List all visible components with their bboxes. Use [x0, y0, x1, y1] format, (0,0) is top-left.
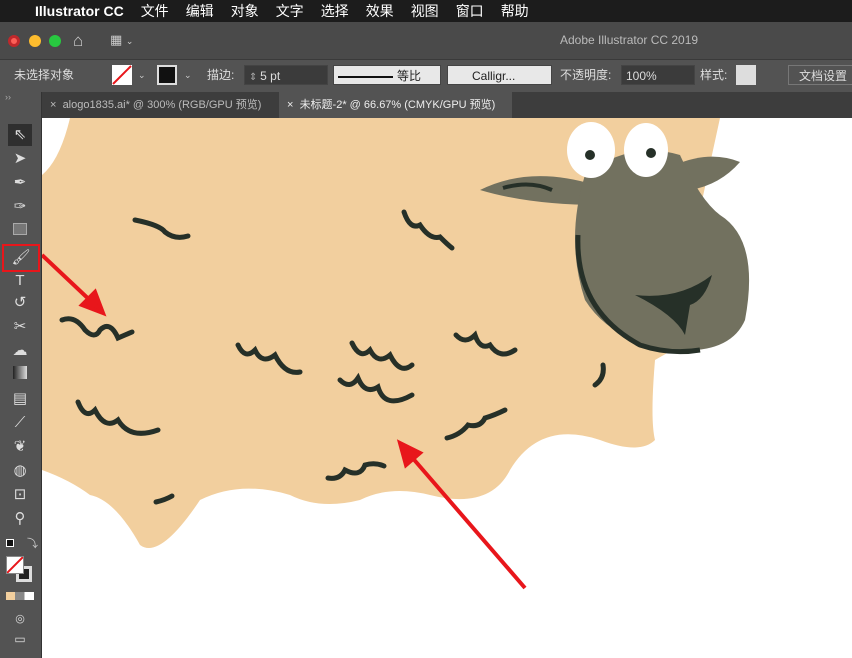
- window-title: Adobe Illustrator CC 2019: [560, 33, 699, 47]
- shape-builder-tool[interactable]: ◍: [8, 460, 32, 482]
- fill-dropdown-icon[interactable]: ⌄: [138, 65, 146, 85]
- document-tabs: × alogo1835.ai* @ 300% (RGB/GPU 预览) × 未标…: [42, 92, 852, 118]
- stroke-label: 描边:: [207, 68, 235, 82]
- rectangle-tool[interactable]: [8, 220, 32, 242]
- default-colors-icon[interactable]: [6, 539, 14, 547]
- style-label: 样式:: [700, 68, 728, 82]
- minimize-window-button[interactable]: [29, 35, 41, 47]
- menu-object[interactable]: 对象: [231, 1, 259, 21]
- rotate-tool[interactable]: ↺: [8, 292, 32, 314]
- menu-help[interactable]: 帮助: [501, 1, 529, 21]
- menu-view[interactable]: 视图: [411, 1, 439, 21]
- zoom-tool[interactable]: ⚲: [8, 508, 32, 530]
- drawing-mode-icon[interactable]: ◎: [8, 608, 32, 630]
- swap-colors-icon[interactable]: ⤵: [27, 535, 38, 551]
- menu-select[interactable]: 选择: [321, 1, 349, 21]
- close-window-button[interactable]: [8, 35, 20, 47]
- opacity-label: 不透明度:: [560, 68, 612, 82]
- brush-label: Calligr...: [472, 69, 516, 83]
- mesh-chart-tool[interactable]: ▤: [8, 388, 32, 410]
- document-setup-button[interactable]: 文档设置: [788, 65, 852, 85]
- stroke-dropdown-icon[interactable]: ⌄: [184, 65, 192, 85]
- variable-width-profile[interactable]: 等比: [333, 65, 441, 85]
- brush-definition-dropdown[interactable]: Calligr...: [447, 65, 552, 85]
- close-tab-icon[interactable]: ×: [50, 99, 56, 111]
- tab-alogo[interactable]: × alogo1835.ai* @ 300% (RGB/GPU 预览): [42, 92, 277, 118]
- menu-app[interactable]: Illustrator CC: [35, 3, 124, 19]
- screen-mode-icon[interactable]: ▭: [8, 628, 32, 650]
- tab-untitled-2[interactable]: × 未标题-2* @ 66.67% (CMYK/GPU 预览): [279, 92, 512, 118]
- close-tab-icon[interactable]: ×: [287, 99, 293, 111]
- selection-status: 未选择对象: [14, 68, 75, 82]
- tab-label: alogo1835.ai* @ 300% (RGB/GPU 预览): [62, 99, 262, 111]
- sheep-artwork: [42, 118, 750, 590]
- menu-edit[interactable]: 编辑: [186, 1, 214, 21]
- menu-effect[interactable]: 效果: [366, 1, 394, 21]
- tab-label: 未标题-2* @ 66.67% (CMYK/GPU 预览): [299, 99, 496, 111]
- type-tool[interactable]: T: [8, 270, 32, 292]
- profile-label: 等比: [397, 69, 422, 83]
- paintbrush-tool[interactable]: 🖌: [2, 244, 40, 272]
- workspace-switcher-icon[interactable]: ▦ ⌄: [110, 32, 133, 48]
- selection-tool[interactable]: ⇖: [8, 124, 32, 146]
- curvature-tool[interactable]: ✑: [8, 196, 32, 218]
- style-swatch[interactable]: [736, 65, 756, 85]
- eyedropper-tool[interactable]: ⟋: [8, 412, 32, 434]
- stroke-swatch[interactable]: [157, 65, 177, 85]
- fill-swatch[interactable]: [112, 65, 132, 85]
- panel-collapse-icon[interactable]: ››: [5, 92, 11, 102]
- opacity-value: 100%: [626, 69, 657, 83]
- home-icon[interactable]: ⌂: [73, 31, 83, 51]
- symbol-sprayer-tool[interactable]: ❦: [8, 436, 32, 458]
- pen-tool[interactable]: ✒: [8, 172, 32, 194]
- menu-window[interactable]: 窗口: [456, 1, 484, 21]
- zoom-window-button[interactable]: [49, 35, 61, 47]
- artboard-tool[interactable]: ⊡: [8, 484, 32, 506]
- menu-bar: Illustrator CC 文件 编辑 对象 文字 选择 效果 视图 窗口 帮…: [0, 0, 852, 22]
- gradient-tool[interactable]: [8, 364, 32, 386]
- control-bar: 未选择对象 ⌄ ⌄ 描边: ⇕ 5 pt 等比 Calligr... 不透明度:…: [0, 60, 852, 90]
- warp-tool[interactable]: ☁: [8, 340, 32, 362]
- stroke-weight-field[interactable]: ⇕ 5 pt: [244, 65, 328, 85]
- scissors-tool[interactable]: ✂: [8, 316, 32, 338]
- artboard-canvas[interactable]: [42, 118, 852, 658]
- document-setup-label: 文档设置: [799, 69, 848, 83]
- sheep-right-eye: [624, 123, 668, 177]
- opacity-field[interactable]: 100%: [621, 65, 695, 85]
- title-bar: ⌂ ▦ ⌄ Adobe Illustrator CC 2019: [0, 22, 852, 60]
- stroke-weight-value: 5 pt: [260, 69, 281, 83]
- menu-file[interactable]: 文件: [141, 1, 169, 21]
- fill-color-box[interactable]: [6, 556, 24, 574]
- direct-selection-tool[interactable]: ➤: [8, 148, 32, 170]
- tools-panel: ›› ⇖ ➤ ✒ ✑ 🖌 T ↺ ✂ ☁ ▤ ⟋ ❦ ◍ ⊡ ⚲ ⤵ ◎ ▭: [0, 92, 42, 658]
- menu-type[interactable]: 文字: [276, 1, 304, 21]
- sheep-left-eye: [567, 122, 615, 178]
- color-mode-buttons[interactable]: [6, 592, 34, 600]
